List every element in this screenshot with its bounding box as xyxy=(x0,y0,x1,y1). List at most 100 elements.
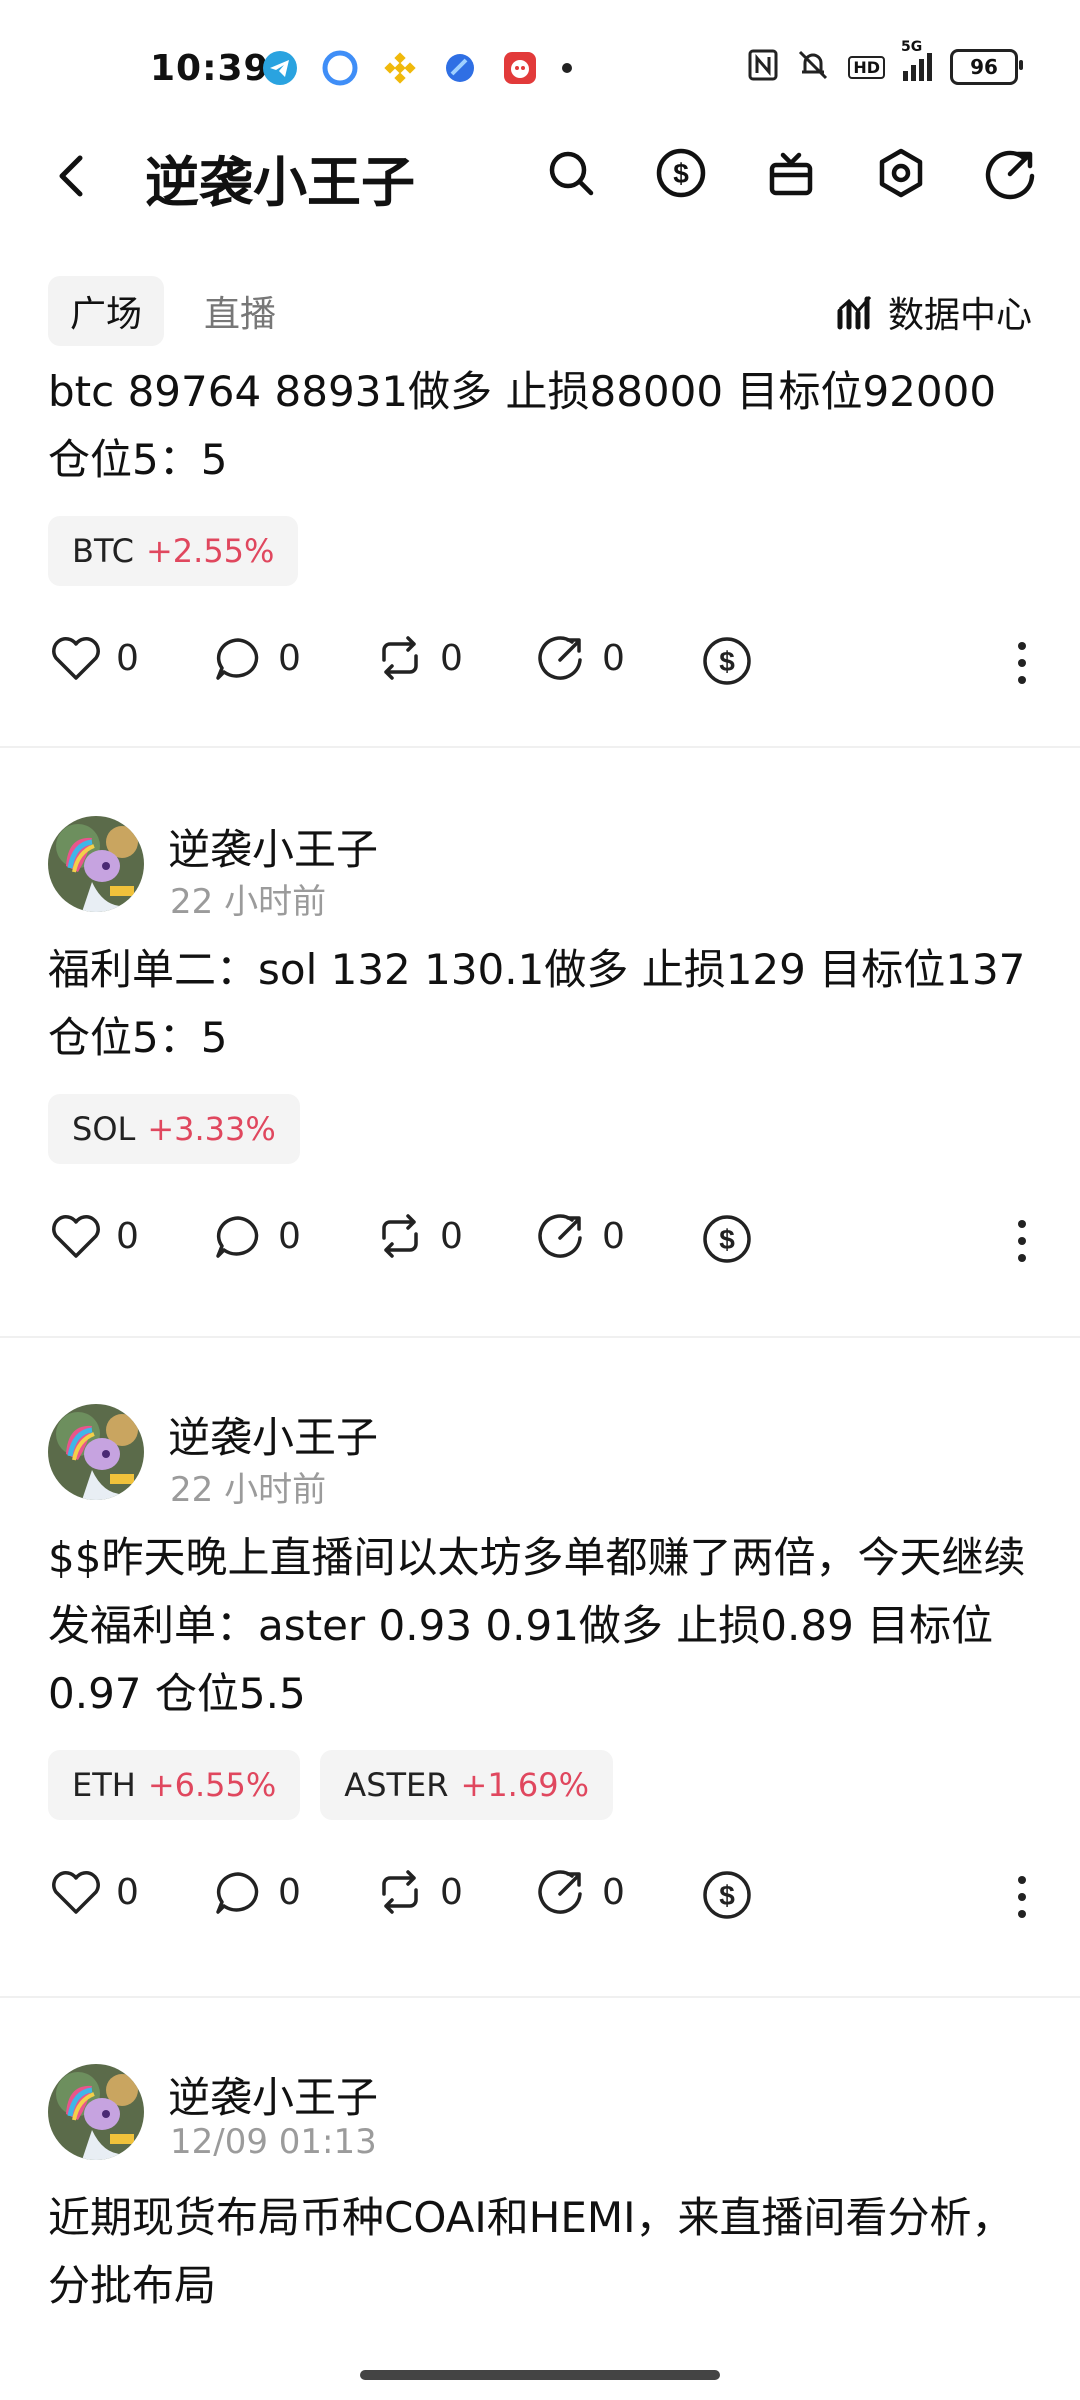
search-button[interactable] xyxy=(542,144,600,202)
svg-text:$: $ xyxy=(673,158,689,189)
coin-symbol: ETH xyxy=(72,1766,136,1804)
more-vertical-icon xyxy=(1018,1876,1026,1918)
dollar-coin-icon: $ xyxy=(703,1871,751,1919)
share-button[interactable] xyxy=(982,144,1040,202)
coin-tag[interactable]: SOL +3.33% xyxy=(48,1094,300,1164)
post-card[interactable]: btc 89764 88931做多 止损88000 目标位92000 仓位5：5… xyxy=(0,358,1080,714)
like-button[interactable]: 0 xyxy=(50,1868,139,1916)
coin-tag[interactable]: ETH +6.55% xyxy=(48,1750,301,1820)
coin-change: +6.55% xyxy=(147,1766,277,1804)
avatar[interactable] xyxy=(48,816,144,912)
coin-tags: BTC +2.55% xyxy=(48,516,1032,586)
divider xyxy=(0,1996,1080,1998)
divider xyxy=(0,746,1080,748)
status-time: 10:39 xyxy=(150,48,270,89)
post-time: 12/09 01:13 xyxy=(170,2122,377,2162)
coin-change: +3.33% xyxy=(147,1110,276,1148)
dollar-coin-icon: $ xyxy=(703,1215,751,1263)
share-icon xyxy=(538,636,582,680)
share-button[interactable]: 0 xyxy=(536,1212,625,1260)
dollar-coin-icon: $ xyxy=(656,148,706,198)
comment-count: 0 xyxy=(278,1871,301,1913)
coin-tags: SOL +3.33% xyxy=(48,1094,1032,1164)
status-right: HD 5G 96 xyxy=(748,39,1023,86)
avatar[interactable] xyxy=(48,2064,144,2160)
more-vertical-icon xyxy=(1018,1220,1026,1262)
pony-avatar-image xyxy=(48,816,144,912)
settings-button[interactable] xyxy=(872,144,930,202)
more-options-button[interactable] xyxy=(1012,1216,1032,1270)
more-options-button[interactable] xyxy=(1012,1872,1032,1926)
repost-button[interactable]: 0 xyxy=(374,634,463,682)
like-button[interactable]: 0 xyxy=(50,1212,139,1260)
post-card[interactable]: 逆袭小王子 22 小时前 福利单二：sol 132 130.1做多 止损129 … xyxy=(0,816,1080,1292)
comment-button[interactable]: 0 xyxy=(212,1868,301,1916)
post-card[interactable]: 逆袭小王子 22 小时前 $$昨天晚上直播间以太坊多单都赚了两倍，今天继续发福利… xyxy=(0,1404,1080,1948)
repost-icon xyxy=(382,1870,418,1914)
coin-tag[interactable]: BTC +2.55% xyxy=(48,516,299,586)
globe-app-icon xyxy=(442,50,478,86)
gift-button[interactable] xyxy=(762,144,820,202)
dollar-coin-icon: $ xyxy=(703,637,751,685)
share-button[interactable]: 0 xyxy=(536,1868,625,1916)
post-header: 逆袭小王子 22 小时前 xyxy=(0,1404,1080,1524)
more-options-button[interactable] xyxy=(1012,638,1032,692)
tip-button[interactable]: $ xyxy=(700,634,754,688)
binance-icon xyxy=(382,50,418,86)
repost-count: 0 xyxy=(440,1215,463,1257)
network-type: 5G xyxy=(901,39,923,55)
author-name[interactable]: 逆袭小王子 xyxy=(168,2064,378,2125)
like-count: 0 xyxy=(116,1215,139,1257)
post-actions: 0 0 0 0 $ xyxy=(0,1858,1080,1948)
avatar[interactable] xyxy=(48,1404,144,1500)
repost-icon xyxy=(382,636,418,680)
chart-icon xyxy=(837,296,872,330)
coin-symbol: BTC xyxy=(72,532,134,570)
browser-icon xyxy=(322,50,358,86)
svg-text:$: $ xyxy=(719,1880,735,1911)
data-center-label: 数据中心 xyxy=(887,295,1032,336)
tip-button[interactable]: $ xyxy=(700,1212,754,1266)
like-button[interactable]: 0 xyxy=(50,634,139,682)
post-text: 近期现货布局币种COAI和HEMI，来直播间看分析，分批布局 xyxy=(48,2193,1014,2310)
tab-live[interactable]: 直播 xyxy=(182,276,298,346)
signal-icon: 5G xyxy=(901,39,932,81)
coin-tag[interactable]: ASTER +1.69% xyxy=(320,1750,613,1820)
coin-change: +2.55% xyxy=(145,532,275,570)
author-name[interactable]: 逆袭小王子 xyxy=(168,816,378,877)
tip-button[interactable]: $ xyxy=(652,144,710,202)
notification-icons xyxy=(262,50,572,86)
repost-button[interactable]: 0 xyxy=(374,1212,463,1260)
post-text: 福利单二：sol 132 130.1做多 止损129 目标位137 仓位5：5 xyxy=(48,945,1026,1062)
comment-button[interactable]: 0 xyxy=(212,634,301,682)
like-count: 0 xyxy=(116,637,139,679)
back-button[interactable] xyxy=(44,148,100,204)
repost-icon xyxy=(382,1214,418,1258)
settings-hexagon-icon xyxy=(879,148,923,198)
coin-change: +1.69% xyxy=(460,1766,589,1804)
tab-square[interactable]: 广场 xyxy=(48,276,165,346)
repost-count: 0 xyxy=(440,637,463,679)
mute-bell-icon xyxy=(796,48,830,86)
post-actions: 0 0 0 0 $ xyxy=(0,624,1080,714)
post-time: 22 小时前 xyxy=(170,1470,327,1510)
heart-icon xyxy=(52,1215,100,1258)
comment-icon xyxy=(216,1872,259,1914)
repost-button[interactable]: 0 xyxy=(374,1868,463,1916)
comment-button[interactable]: 0 xyxy=(212,1212,301,1260)
pony-avatar-image xyxy=(48,2064,144,2160)
post-header: 逆袭小王子 12/09 01:13 xyxy=(0,2064,1080,2184)
post-card[interactable]: 逆袭小王子 12/09 01:13 近期现货布局币种COAI和HEMI，来直播间… xyxy=(0,2064,1080,2320)
comment-icon xyxy=(216,638,259,680)
data-center-link[interactable]: 数据中心 xyxy=(836,286,1032,338)
comment-count: 0 xyxy=(278,637,301,679)
share-count: 0 xyxy=(602,1871,625,1913)
home-indicator[interactable] xyxy=(360,2370,720,2380)
hd-badge: HD xyxy=(848,55,885,79)
more-notifications-dot xyxy=(562,63,572,73)
author-name[interactable]: 逆袭小王子 xyxy=(168,1404,378,1465)
more-vertical-icon xyxy=(1018,642,1026,684)
tip-button[interactable]: $ xyxy=(700,1868,754,1922)
share-button[interactable]: 0 xyxy=(536,634,625,682)
repost-count: 0 xyxy=(440,1871,463,1913)
